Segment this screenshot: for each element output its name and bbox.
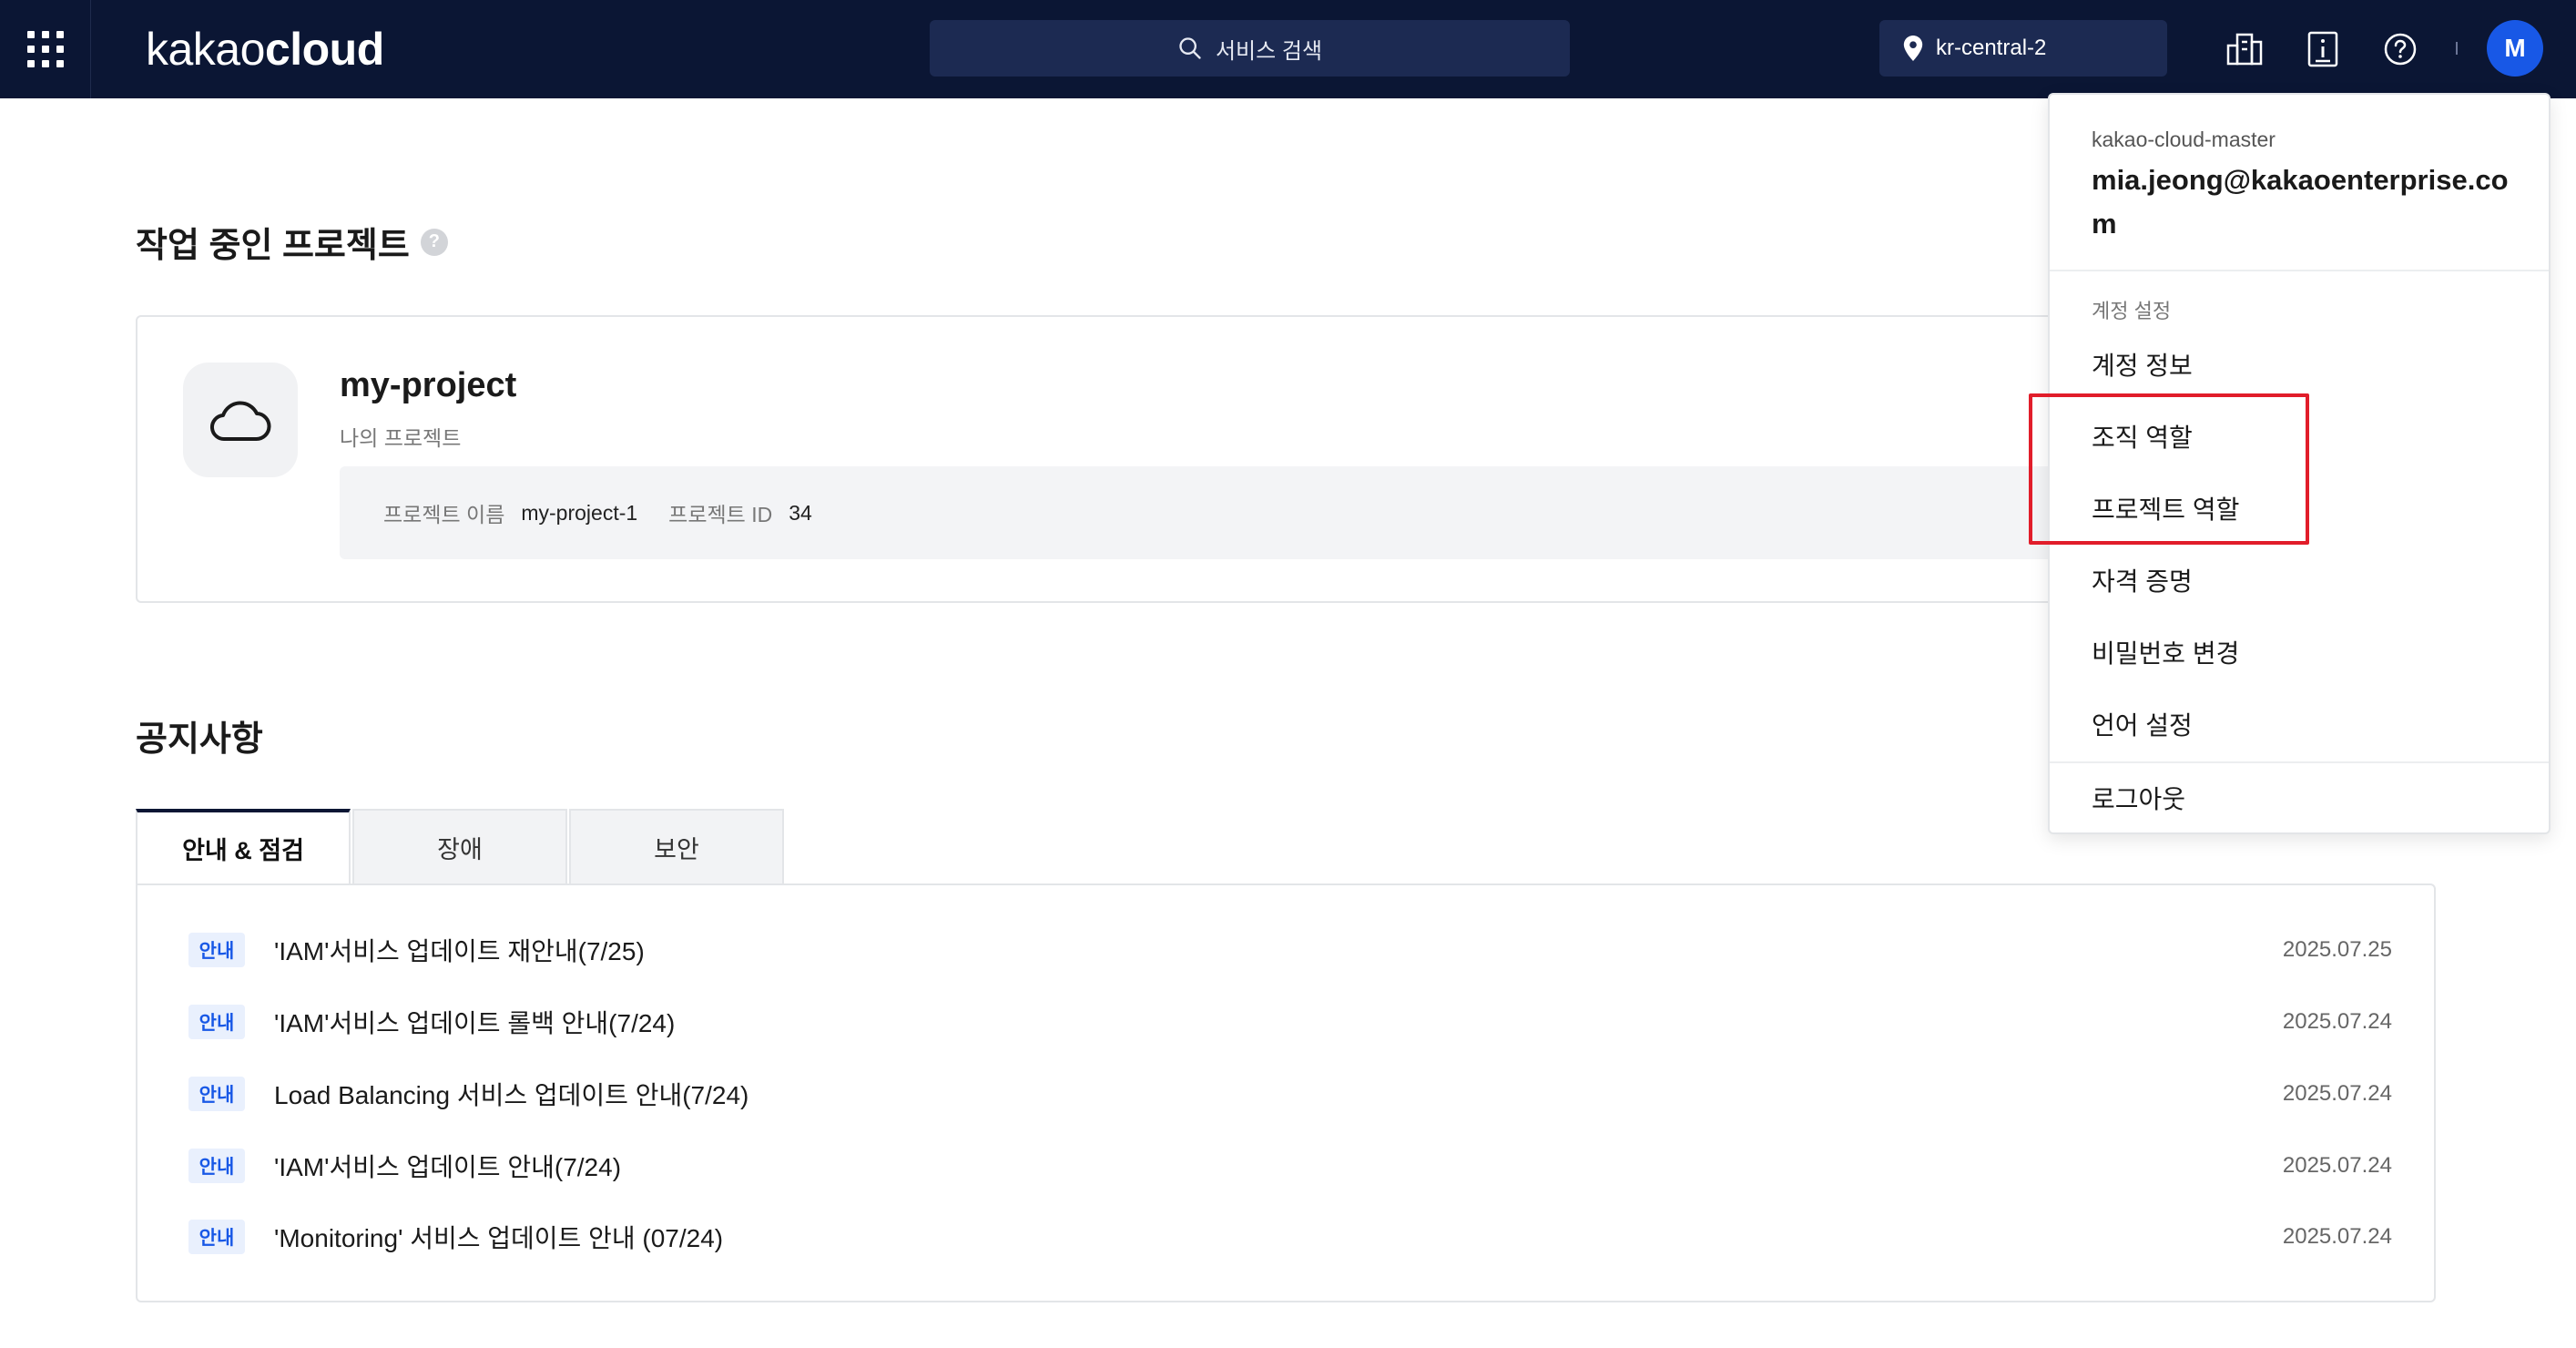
menu-divider	[2050, 761, 2549, 763]
project-name-value: my-project-1	[521, 500, 638, 525]
grid-icon	[26, 31, 64, 67]
user-avatar-button[interactable]: M	[2487, 20, 2543, 77]
search-placeholder: 서비스 검색	[1215, 38, 1323, 64]
notice-date: 2025.07.25	[2282, 937, 2392, 962]
menu-divider	[2050, 270, 2549, 271]
kakaocloud-logo[interactable]: kakaocloud	[146, 22, 384, 77]
project-name-label: 프로젝트 이름	[383, 503, 505, 526]
list-item[interactable]: 안내 'IAM'서비스 업데이트 안내(7/24) 2025.07.24	[188, 1143, 2392, 1189]
highlight-box	[2029, 393, 2309, 545]
project-avatar	[183, 363, 298, 477]
notice-title[interactable]: Load Balancing 서비스 업데이트 안내(7/24)	[274, 1076, 2283, 1112]
organization-name: kakao-cloud-master	[2092, 128, 2276, 151]
tab-security[interactable]: 보안	[569, 809, 784, 883]
service-search-bar[interactable]: 서비스 검색	[930, 20, 1570, 77]
notice-date: 2025.07.24	[2282, 1081, 2392, 1106]
building-icon-button[interactable]	[2223, 27, 2266, 71]
top-navigation-bar: kakaocloud 서비스 검색 kr-central-2 M	[0, 0, 2576, 98]
notice-list: 안내 'IAM'서비스 업데이트 재안내(7/25) 2025.07.25 안내…	[136, 883, 2436, 1302]
notices-heading: 공지사항	[136, 720, 263, 759]
list-item[interactable]: 안내 'IAM'서비스 업데이트 롤백 안내(7/24) 2025.07.24	[188, 999, 2392, 1045]
notice-date: 2025.07.24	[2282, 1009, 2392, 1034]
menu-item-credentials[interactable]: 자격 증명	[2092, 562, 2193, 598]
project-subtitle: 나의 프로젝트	[340, 426, 462, 450]
building-icon	[2226, 33, 2263, 66]
project-name[interactable]: my-project	[340, 366, 516, 405]
project-id-value: 34	[789, 500, 812, 525]
project-id-label: 프로젝트 ID	[668, 503, 773, 526]
location-pin-icon	[1903, 36, 1923, 61]
user-email: mia.jeong@kakaoenterprise.com	[2092, 164, 2509, 240]
tab-incident[interactable]: 장애	[352, 809, 567, 883]
menu-item-change-password[interactable]: 비밀번호 변경	[2092, 634, 2239, 670]
question-circle-icon	[2384, 33, 2417, 66]
notice-title[interactable]: 'IAM'서비스 업데이트 재안내(7/25)	[274, 932, 2283, 968]
notice-badge: 안내	[188, 1005, 245, 1039]
tab-notice-maintenance[interactable]: 안내 & 점검	[136, 809, 351, 883]
working-project-heading: 작업 중인 프로젝트 ?	[136, 217, 448, 267]
notice-date: 2025.07.24	[2282, 1153, 2392, 1178]
menu-item-logout[interactable]: 로그아웃	[2092, 780, 2185, 816]
notice-date: 2025.07.24	[2282, 1224, 2392, 1249]
notice-tabs: 안내 & 점검 장애 보안	[136, 809, 786, 883]
menu-item-language-settings[interactable]: 언어 설정	[2092, 706, 2193, 742]
notice-badge: 안내	[188, 933, 245, 967]
app-launcher-button[interactable]	[0, 0, 91, 98]
header-divider	[2456, 42, 2458, 55]
info-document-icon	[2307, 31, 2338, 67]
region-selector[interactable]: kr-central-2	[1879, 20, 2167, 77]
help-icon-button[interactable]	[2378, 27, 2422, 71]
notice-badge: 안내	[188, 1149, 245, 1183]
notice-title[interactable]: 'IAM'서비스 업데이트 롤백 안내(7/24)	[274, 1004, 2283, 1040]
cloud-icon	[210, 401, 271, 442]
menu-item-account-info[interactable]: 계정 정보	[2092, 346, 2193, 383]
help-tooltip-icon[interactable]: ?	[420, 228, 448, 256]
notice-title[interactable]: 'Monitoring' 서비스 업데이트 안내 (07/24)	[274, 1219, 2283, 1255]
region-label: kr-central-2	[1936, 36, 2047, 60]
list-item[interactable]: 안내 'Monitoring' 서비스 업데이트 안내 (07/24) 2025…	[188, 1214, 2392, 1260]
search-icon	[1179, 37, 1201, 59]
notice-title[interactable]: 'IAM'서비스 업데이트 안내(7/24)	[274, 1148, 2283, 1184]
notice-badge: 안내	[188, 1220, 245, 1254]
info-icon-button[interactable]	[2301, 27, 2345, 71]
account-settings-label: 계정 설정	[2092, 300, 2172, 322]
list-item[interactable]: 안내 'IAM'서비스 업데이트 재안내(7/25) 2025.07.25	[188, 927, 2392, 973]
list-item[interactable]: 안내 Load Balancing 서비스 업데이트 안내(7/24) 2025…	[188, 1071, 2392, 1117]
notice-badge: 안내	[188, 1077, 245, 1111]
